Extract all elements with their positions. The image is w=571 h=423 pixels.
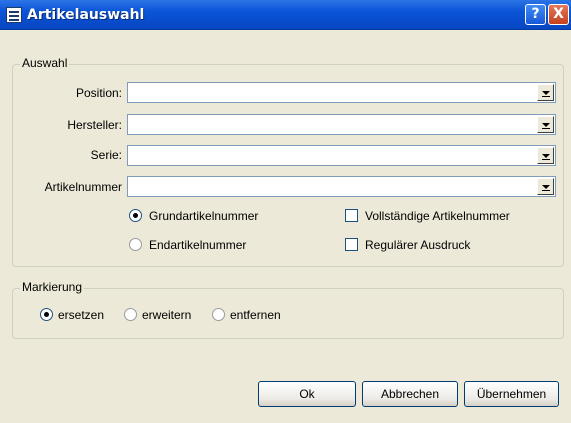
hersteller-combo[interactable] — [127, 114, 556, 135]
apply-button[interactable]: Übernehmen — [464, 381, 559, 407]
grundartikelnummer-radio[interactable] — [129, 209, 142, 222]
endartikelnummer-radio[interactable] — [129, 238, 142, 251]
window-title: Artikelauswahl — [27, 7, 145, 23]
ersetzen-radio[interactable] — [40, 308, 53, 321]
grundartikelnummer-label[interactable]: Grundartikelnummer — [149, 209, 258, 223]
hersteller-label: Hersteller: — [67, 118, 122, 132]
title-bar[interactable]: Artikelauswahl ? X — [0, 0, 571, 30]
markierung-legend: Markierung — [20, 280, 85, 294]
vollstaendige-artikelnummer-label[interactable]: Vollständige Artikelnummer — [365, 209, 510, 223]
vollstaendige-artikelnummer-checkbox[interactable] — [345, 209, 358, 222]
app-icon — [6, 7, 22, 23]
serie-label: Serie: — [90, 148, 122, 162]
ersetzen-label[interactable]: ersetzen — [58, 308, 104, 322]
regulaerer-ausdruck-checkbox[interactable] — [345, 238, 358, 251]
artikelnummer-dropdown-arrow-icon[interactable] — [537, 178, 554, 195]
position-combo[interactable] — [127, 82, 556, 103]
artikelnummer-combo[interactable] — [127, 176, 556, 197]
help-button[interactable]: ? — [525, 4, 546, 25]
serie-combo[interactable] — [127, 145, 556, 166]
erweitern-radio[interactable] — [124, 308, 137, 321]
cancel-button[interactable]: Abbrechen — [362, 381, 458, 407]
close-button[interactable]: X — [548, 4, 569, 25]
erweitern-label[interactable]: erweitern — [142, 308, 191, 322]
position-dropdown-arrow-icon[interactable] — [537, 84, 554, 101]
artikelnummer-label: Artikelnummer — [44, 180, 122, 194]
hersteller-dropdown-arrow-icon[interactable] — [537, 116, 554, 133]
serie-dropdown-arrow-icon[interactable] — [537, 147, 554, 164]
auswahl-legend: Auswahl — [20, 56, 70, 70]
entfernen-label[interactable]: entfernen — [230, 308, 281, 322]
entfernen-radio[interactable] — [212, 308, 225, 321]
endartikelnummer-label[interactable]: Endartikelnummer — [149, 238, 246, 252]
ok-button[interactable]: Ok — [258, 381, 356, 407]
regulaerer-ausdruck-label[interactable]: Regulärer Ausdruck — [365, 238, 470, 252]
position-label: Position: — [75, 86, 122, 100]
